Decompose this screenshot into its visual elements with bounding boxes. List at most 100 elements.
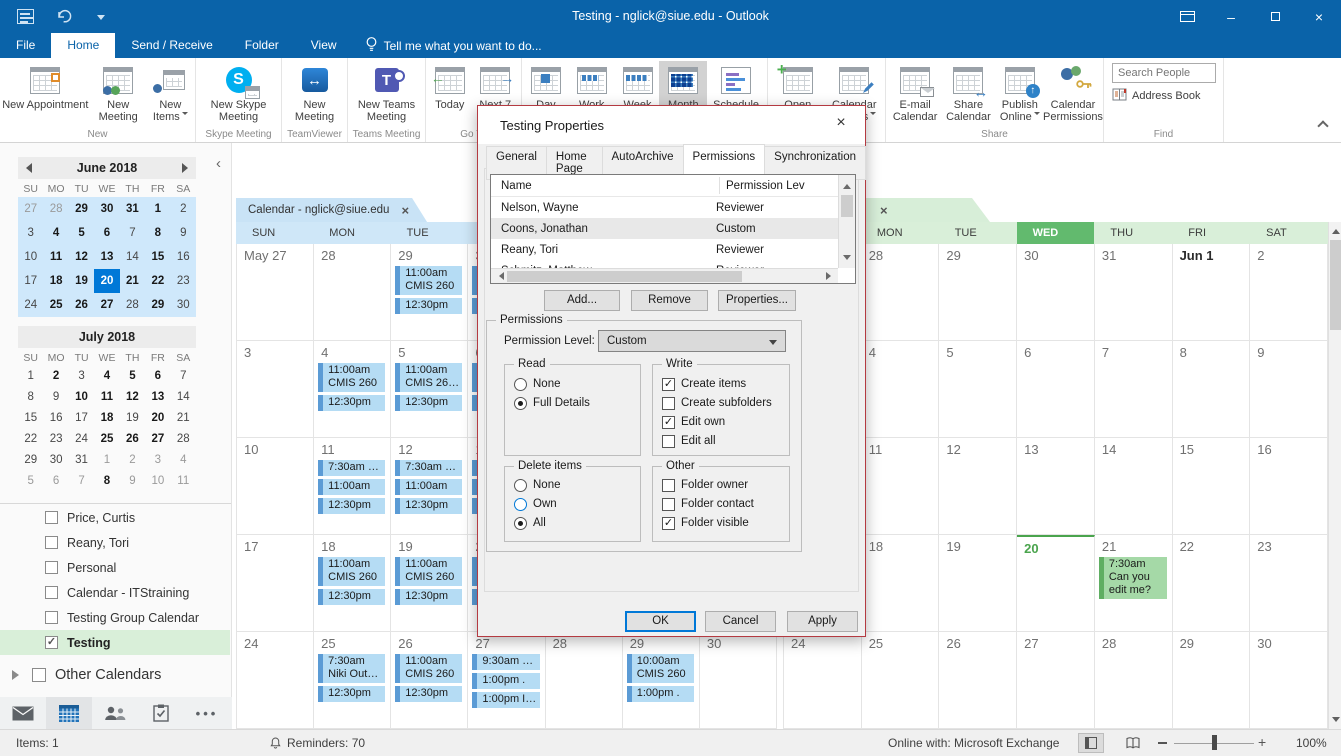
cancel-button[interactable]: Cancel bbox=[705, 611, 776, 632]
calendar-cell[interactable]: 1911:00amCMIS 26012:30pm bbox=[391, 535, 468, 632]
new-items-button[interactable]: New Items bbox=[148, 61, 193, 127]
delete-none-radio[interactable]: None bbox=[514, 477, 561, 493]
mini-date[interactable]: 18 bbox=[94, 408, 119, 429]
checkbox[interactable] bbox=[45, 536, 58, 549]
calendar-event[interactable]: 7:30am … bbox=[318, 460, 385, 476]
mini-date[interactable]: 25 bbox=[43, 293, 68, 317]
calendar-event[interactable]: 10:00amCMIS 260 bbox=[627, 654, 694, 683]
dialog-close-icon[interactable]: × bbox=[829, 114, 853, 136]
apply-button[interactable]: Apply bbox=[787, 611, 858, 632]
calendar-event[interactable]: 12:30pm bbox=[395, 298, 462, 314]
mini-date[interactable]: 9 bbox=[171, 221, 196, 245]
write-edit-all-checkbox[interactable]: Edit all bbox=[662, 433, 716, 449]
mini-date[interactable]: 14 bbox=[120, 245, 145, 269]
write-edit-own-checkbox[interactable]: ✓Edit own bbox=[662, 414, 725, 430]
mini-date[interactable]: 18 bbox=[43, 269, 68, 293]
calendar-cell[interactable]: 29 bbox=[939, 244, 1017, 341]
reading-view-icon[interactable] bbox=[1120, 733, 1146, 753]
calendar-event[interactable]: 12:30pm bbox=[395, 395, 462, 411]
new-meeting-button[interactable]: New Meeting bbox=[89, 61, 148, 127]
calendar-cell[interactable]: 217:30amCan youedit me? bbox=[1095, 535, 1173, 632]
mini-date[interactable]: 30 bbox=[171, 293, 196, 317]
calendar-event[interactable]: 12:30pm bbox=[395, 686, 462, 702]
calendar-event[interactable]: 11:00amCMIS 260 bbox=[318, 557, 385, 586]
calendar-cell[interactable]: 2911:00amCMIS 26012:30pm bbox=[391, 244, 468, 341]
list-vertical-scrollbar[interactable] bbox=[838, 175, 855, 268]
address-book-button[interactable]: Address Book bbox=[1112, 88, 1200, 104]
list-horizontal-scrollbar[interactable] bbox=[491, 268, 838, 283]
mini-date[interactable]: 28 bbox=[43, 197, 68, 221]
calendar-cell[interactable]: 5 bbox=[939, 341, 1017, 438]
checkbox[interactable] bbox=[45, 511, 58, 524]
reminders-status[interactable]: Reminders: 70 bbox=[287, 736, 365, 750]
mini-date[interactable]: 1 bbox=[145, 197, 170, 221]
calendar-cell[interactable]: 411:00amCMIS 26012:30pm bbox=[314, 341, 391, 438]
mini-date[interactable]: 10 bbox=[145, 471, 170, 492]
mini-date[interactable]: 17 bbox=[18, 269, 43, 293]
calendar-cell[interactable]: 16 bbox=[1250, 438, 1328, 535]
permission-row[interactable]: Reany, ToriReviewer bbox=[491, 239, 838, 260]
remove-button[interactable]: Remove bbox=[631, 290, 708, 311]
mini-date[interactable]: 15 bbox=[145, 245, 170, 269]
calendar-cell[interactable]: 14 bbox=[1095, 438, 1173, 535]
calendar-event[interactable]: 11:00amCMIS 260 bbox=[395, 266, 462, 295]
calendar-list-item[interactable]: Personal bbox=[0, 555, 230, 580]
calendar-cell[interactable]: 4 bbox=[862, 341, 940, 438]
close-icon[interactable]: × bbox=[1297, 0, 1341, 33]
mini-date[interactable]: 22 bbox=[18, 429, 43, 450]
calendar-cell[interactable]: 2910:00amCMIS 2601:00pm . bbox=[623, 632, 700, 729]
calendar-event[interactable]: 12:30pm bbox=[395, 498, 462, 514]
calendar-event[interactable]: 12:30pm bbox=[318, 589, 385, 605]
calendar-event[interactable]: 9:30am … bbox=[472, 654, 539, 670]
maximize-icon[interactable] bbox=[1253, 0, 1297, 33]
expand-icon[interactable] bbox=[12, 670, 24, 680]
calendar-event[interactable]: 1:00pm I… bbox=[472, 692, 539, 708]
mini-date[interactable]: 12 bbox=[69, 245, 94, 269]
zoom-slider-thumb[interactable] bbox=[1212, 735, 1217, 750]
permission-row[interactable]: Coons, JonathanCustom bbox=[491, 218, 838, 239]
calendar-event[interactable]: 7:30amCan youedit me? bbox=[1099, 557, 1167, 599]
mini-date[interactable]: 1 bbox=[94, 450, 119, 471]
normal-view-icon[interactable] bbox=[1078, 733, 1104, 753]
tellme-box[interactable]: Tell me what you want to do... bbox=[353, 33, 554, 58]
mini-date[interactable]: 5 bbox=[120, 366, 145, 387]
calendar-cell[interactable]: 17 bbox=[237, 535, 314, 632]
people-nav-icon[interactable] bbox=[92, 697, 138, 729]
calendar-cell[interactable]: 511:00amCMIS 26…12:30pm bbox=[391, 341, 468, 438]
calendar-list-item[interactable]: Price, Curtis bbox=[0, 505, 230, 530]
calendar-tab-left[interactable]: Calendar - nglick@siue.edu × bbox=[236, 198, 427, 222]
checkbox[interactable]: ✓ bbox=[45, 636, 58, 649]
calendar-cell[interactable]: 3 bbox=[237, 341, 314, 438]
checkbox[interactable] bbox=[45, 586, 58, 599]
mini-date[interactable]: 19 bbox=[120, 408, 145, 429]
mini-date[interactable]: 31 bbox=[69, 450, 94, 471]
scroll-right-icon[interactable] bbox=[824, 269, 836, 283]
calendar-cell[interactable]: 24 bbox=[784, 632, 862, 729]
mini-date[interactable]: 6 bbox=[145, 366, 170, 387]
mini-date[interactable]: 26 bbox=[120, 429, 145, 450]
mini-date[interactable]: 28 bbox=[120, 293, 145, 317]
calendar-cell[interactable]: 19 bbox=[939, 535, 1017, 632]
calendar-list-item[interactable]: ✓Testing bbox=[0, 630, 230, 655]
previous-month-icon[interactable] bbox=[26, 163, 32, 173]
calendar-cell[interactable]: 1811:00amCMIS 26012:30pm bbox=[314, 535, 391, 632]
scrollbar-thumb[interactable] bbox=[507, 271, 742, 282]
mini-date[interactable]: 16 bbox=[171, 245, 196, 269]
mini-date[interactable]: 5 bbox=[18, 471, 43, 492]
mini-date[interactable]: 29 bbox=[145, 293, 170, 317]
read-full-details-radio[interactable]: Full Details bbox=[514, 395, 590, 411]
calendar-event[interactable]: 11:00amCMIS 26… bbox=[395, 363, 462, 392]
mini-date[interactable]: 14 bbox=[171, 387, 196, 408]
calendar-event[interactable]: 11:00amCMIS 260 bbox=[318, 363, 385, 392]
mini-date[interactable]: 4 bbox=[171, 450, 196, 471]
delete-own-radio[interactable]: Own bbox=[514, 496, 557, 512]
calendar-cell[interactable]: 30 bbox=[1250, 632, 1328, 729]
new-teams-meeting-button[interactable]: T New Teams Meeting bbox=[350, 61, 423, 127]
calendar-cell[interactable]: 27 bbox=[1017, 632, 1095, 729]
calendar-cell[interactable]: 2611:00amCMIS 26012:30pm bbox=[391, 632, 468, 729]
calendar-cell[interactable]: 10 bbox=[237, 438, 314, 535]
calendar-event[interactable]: 12:30pm bbox=[318, 498, 385, 514]
calendar-cell[interactable]: 30 bbox=[700, 632, 777, 729]
calendar-list-item[interactable]: Reany, Tori bbox=[0, 530, 230, 555]
calendar-cell[interactable]: 6 bbox=[1017, 341, 1095, 438]
